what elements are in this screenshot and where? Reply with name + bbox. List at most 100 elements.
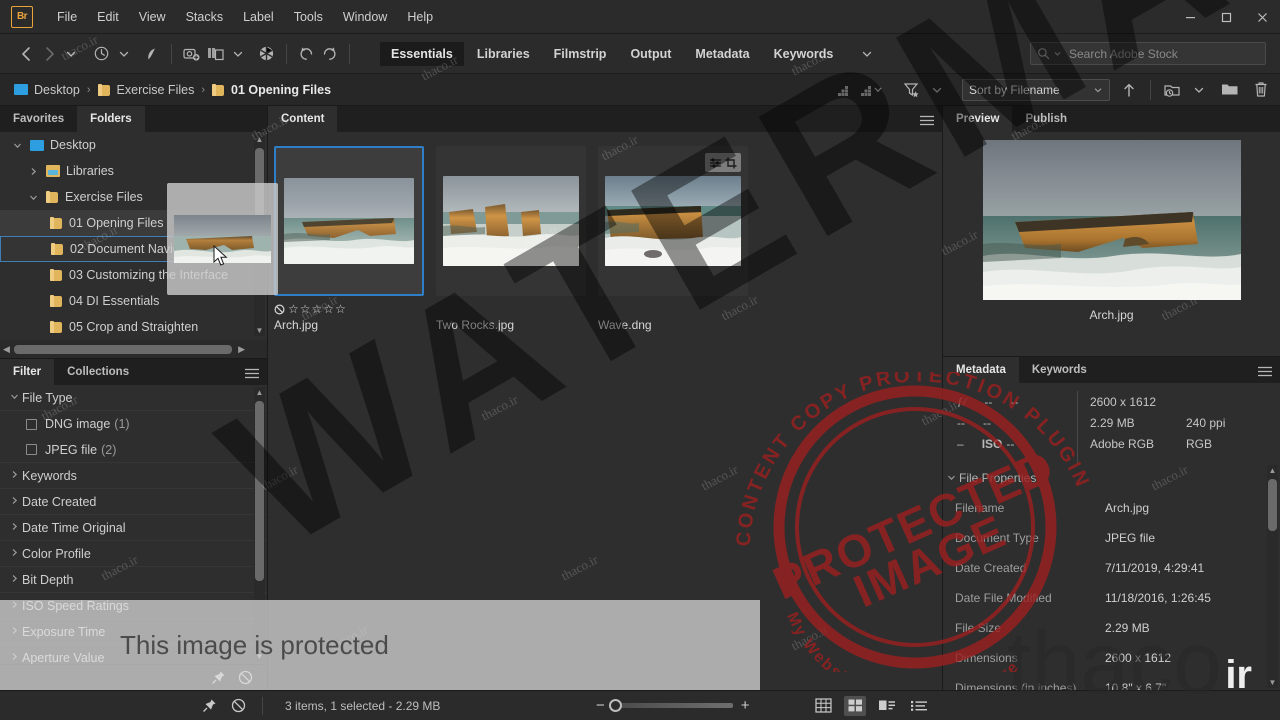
twisty-collapsed-icon[interactable] <box>10 652 22 663</box>
clear-filter-icon[interactable] <box>238 670 253 685</box>
filter-group-date-time-original[interactable]: Date Time Original <box>0 515 267 541</box>
filter-group-aperture-value[interactable]: Aperture Value <box>0 645 267 664</box>
filter-group-date-created[interactable]: Date Created <box>0 489 267 515</box>
tab-keywords[interactable]: Keywords <box>1019 357 1100 383</box>
menu-window[interactable]: Window <box>333 6 397 28</box>
scroll-down-arrow-icon[interactable]: ▼ <box>1268 677 1277 688</box>
minimize-button[interactable] <box>1172 3 1208 31</box>
refine-chevron-down-icon[interactable] <box>227 41 249 67</box>
camera-raw-badge[interactable] <box>705 153 741 172</box>
twisty-expanded-icon[interactable] <box>10 141 24 150</box>
star-icon[interactable]: ☆ <box>323 302 334 316</box>
grid-lock-view-icon[interactable] <box>812 696 834 716</box>
rotate-clockwise-icon[interactable] <box>318 41 341 67</box>
breadcrumb-desktop[interactable]: Desktop <box>14 83 80 97</box>
rotate-counterclockwise-icon[interactable] <box>295 41 318 67</box>
twisty-collapsed-icon[interactable] <box>10 522 22 533</box>
zoom-in-button[interactable]: + <box>741 697 750 714</box>
workspace-tab-output[interactable]: Output <box>619 42 682 66</box>
scroll-thumb[interactable] <box>255 401 264 581</box>
close-button[interactable] <box>1244 3 1280 31</box>
twisty-collapsed-icon[interactable] <box>10 574 22 585</box>
menu-view[interactable]: View <box>129 6 176 28</box>
clear-filter-icon[interactable] <box>231 698 246 713</box>
filter-items-dropdown-chevron-icon[interactable] <box>926 77 948 103</box>
rating-stars-arch[interactable]: ☆ ☆ ☆ ☆ ☆ <box>274 301 424 317</box>
twisty-collapsed-icon[interactable] <box>10 496 22 507</box>
tree-item-05-crop-and-straighten[interactable]: 05 Crop and Straighten <box>0 314 267 336</box>
forward-arrow-icon[interactable] <box>38 41 60 67</box>
twisty-expanded-icon[interactable] <box>26 193 40 202</box>
breadcrumb-exercise-files[interactable]: Exercise Files <box>97 83 194 97</box>
filter-group-keywords[interactable]: Keywords <box>0 463 267 489</box>
filter-items-icon[interactable] <box>900 77 924 103</box>
menu-edit[interactable]: Edit <box>87 6 129 28</box>
filter-group-bit-depth[interactable]: Bit Depth <box>0 567 267 593</box>
new-folder-icon[interactable] <box>1218 77 1242 103</box>
scroll-left-arrow-icon[interactable]: ◀ <box>3 344 10 355</box>
open-in-camera-raw-icon[interactable] <box>255 41 278 67</box>
tab-content[interactable]: Content <box>268 106 338 132</box>
menu-file[interactable]: File <box>47 6 87 28</box>
star-icon[interactable]: ☆ <box>288 302 299 316</box>
filter-group-color-profile[interactable]: Color Profile <box>0 541 267 567</box>
refine-icon[interactable] <box>204 41 227 67</box>
folders-horizontal-scrollbar[interactable]: ◀ ▶ <box>0 340 267 358</box>
slider-track[interactable] <box>608 699 733 712</box>
tab-publish[interactable]: Publish <box>1012 106 1080 132</box>
thumbnail-box[interactable] <box>436 146 586 296</box>
workspace-overflow-chevron-down-icon[interactable] <box>856 41 878 67</box>
twisty-expanded-icon[interactable] <box>947 473 959 484</box>
filter-rating-icon[interactable] <box>833 77 856 103</box>
filter-vertical-scrollbar[interactable]: ▲ ▼ <box>254 387 265 662</box>
scroll-thumb[interactable] <box>14 344 232 354</box>
thumbnail-view-icon[interactable] <box>844 695 866 716</box>
filter-group-iso-speed-ratings[interactable]: ISO Speed Ratings <box>0 593 267 619</box>
filter-criteria-list[interactable]: File Type DNG image (1) JPEG file (2) Ke… <box>0 385 267 664</box>
tab-metadata[interactable]: Metadata <box>943 357 1019 383</box>
tree-item-desktop[interactable]: Desktop <box>0 132 267 158</box>
smart-collection-chevron-down-icon[interactable] <box>1188 77 1210 103</box>
thumbnail-box[interactable] <box>598 146 748 296</box>
scroll-down-arrow-icon[interactable]: ▼ <box>255 325 264 336</box>
slider-knob[interactable] <box>608 699 622 712</box>
filter-option-dng-image[interactable]: DNG image (1) <box>0 411 267 437</box>
filter-option-jpeg-file[interactable]: JPEG file (2) <box>0 437 267 463</box>
workspace-tab-filmstrip[interactable]: Filmstrip <box>543 42 618 66</box>
workspace-tab-keywords[interactable]: Keywords <box>763 42 845 66</box>
checkbox[interactable] <box>26 418 37 430</box>
panel-menu-icon[interactable] <box>244 366 260 384</box>
twisty-expanded-icon[interactable] <box>10 392 22 403</box>
thumbnail-box[interactable] <box>274 146 424 296</box>
nav-chevron-down-icon[interactable] <box>60 41 82 67</box>
menu-tools[interactable]: Tools <box>284 6 333 28</box>
filter-group-exposure-time[interactable]: Exposure Time <box>0 619 267 645</box>
keep-filter-pin-icon[interactable] <box>211 670 226 685</box>
details-view-icon[interactable] <box>876 696 898 716</box>
tab-folders[interactable]: Folders <box>77 106 145 132</box>
scroll-up-arrow-icon[interactable]: ▲ <box>255 387 264 398</box>
thumbnail-item-wave[interactable]: Wave.dng <box>598 146 748 332</box>
breadcrumb-01-opening-files[interactable]: 01 Opening Files <box>212 83 331 97</box>
menu-label[interactable]: Label <box>233 6 284 28</box>
workspace-tab-essentials[interactable]: Essentials <box>380 41 464 66</box>
thumbnail-grid-area[interactable]: ☆ ☆ ☆ ☆ ☆ Arch.jpg Two Rocks.jpg Wave.dn… <box>268 132 942 690</box>
star-icon[interactable]: ☆ <box>312 302 323 316</box>
metadata-section-file-properties[interactable]: File Properties <box>943 463 1280 493</box>
twisty-collapsed-icon[interactable] <box>10 548 22 559</box>
search-adobe-stock-field[interactable]: Search Adobe Stock <box>1030 42 1266 65</box>
panel-menu-icon[interactable] <box>1257 364 1273 382</box>
tree-item-libraries[interactable]: Libraries <box>0 158 267 184</box>
filter-rating-dropdown-icon[interactable] <box>858 77 886 103</box>
twisty-collapsed-icon[interactable] <box>10 600 22 611</box>
thumbnail-item-arch[interactable]: ☆ ☆ ☆ ☆ ☆ Arch.jpg <box>274 146 424 332</box>
search-scope-chevron-down-icon[interactable] <box>1053 49 1062 58</box>
scroll-up-arrow-icon[interactable]: ▲ <box>255 134 264 145</box>
tab-favorites[interactable]: Favorites <box>0 106 77 132</box>
thumbnail-size-slider[interactable]: − + <box>596 697 750 714</box>
reject-icon[interactable] <box>274 303 285 315</box>
filter-group-file-type[interactable]: File Type <box>0 385 267 411</box>
star-icon[interactable]: ☆ <box>335 302 346 316</box>
checkbox[interactable] <box>26 444 37 455</box>
metadata-rows[interactable]: File Properties Filename Arch.jpg Docume… <box>943 463 1280 690</box>
